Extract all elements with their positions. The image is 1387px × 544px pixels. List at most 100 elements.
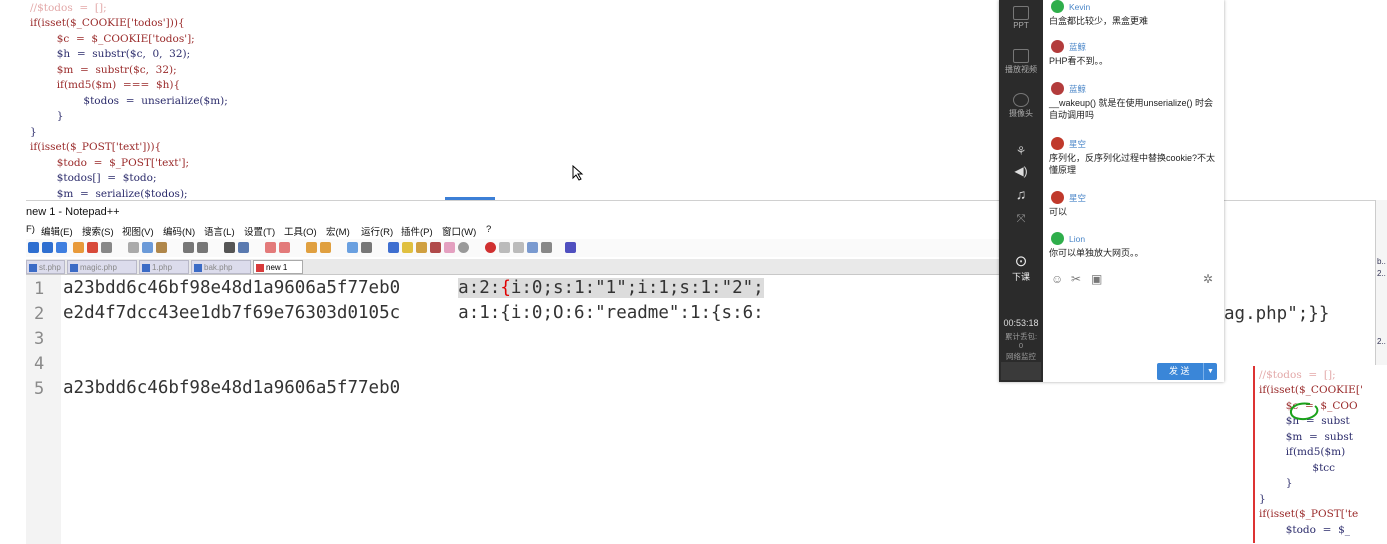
zoom-in-icon[interactable] xyxy=(265,242,276,253)
rail-label: 播放视频 xyxy=(1005,65,1037,74)
open-file-icon[interactable] xyxy=(42,242,53,253)
menu-encoding[interactable]: 编码(N) xyxy=(163,224,195,238)
folder-workspace-icon[interactable] xyxy=(430,242,441,253)
live-class-chat-panel: PPT 播放视频 摄像头 ⚘ ◀) ♫ ⤧ ⊙ 下课 00:53:18 累计丢包:… xyxy=(999,0,1224,382)
save-icon[interactable] xyxy=(56,242,67,253)
avatar xyxy=(1051,0,1064,13)
file-icon xyxy=(194,264,202,272)
chat-text: 可以 xyxy=(1049,207,1068,217)
save-all-icon[interactable] xyxy=(73,242,84,253)
sync-horizontal-icon[interactable] xyxy=(320,242,331,253)
menu-macro[interactable]: 宏(M) xyxy=(326,224,350,238)
tab-magic-php[interactable]: magic.php xyxy=(67,260,137,274)
redo-icon[interactable] xyxy=(197,242,208,253)
menu-view[interactable]: 视图(V) xyxy=(122,224,154,238)
print-icon[interactable] xyxy=(101,242,112,253)
rail-ppt[interactable]: PPT xyxy=(999,6,1043,30)
chat-username: 蓝鲸 xyxy=(1069,84,1087,94)
tab-new-1[interactable]: new 1 xyxy=(253,260,303,274)
camera-icon xyxy=(1013,93,1029,107)
menu-file[interactable]: F) xyxy=(26,224,35,235)
close-file-icon[interactable] xyxy=(87,242,98,253)
show-all-chars-icon[interactable] xyxy=(361,242,372,253)
menu-tools[interactable]: 工具(O) xyxy=(284,224,317,238)
editor-line-1: a23bdd6c46bf98e48d1a9606a5f77eb0 a:2:{i:0… xyxy=(63,278,764,298)
send-options-icon[interactable]: ▼ xyxy=(1203,363,1217,380)
leave-class-button[interactable]: ⊙ 下课 xyxy=(999,254,1043,283)
function-list-icon[interactable] xyxy=(416,242,427,253)
rail-label: PPT xyxy=(1013,21,1029,30)
new-file-icon[interactable] xyxy=(28,242,39,253)
leave-icon: ⊙ xyxy=(1014,253,1028,270)
code-line: } xyxy=(30,126,37,138)
rail-video[interactable]: 播放视频 xyxy=(999,49,1043,75)
mouse-cursor-icon xyxy=(572,165,584,181)
network-graph xyxy=(1001,362,1041,380)
menu-edit[interactable]: 编辑(E) xyxy=(41,224,73,238)
monitor-icon[interactable] xyxy=(444,242,455,253)
macro-stop-icon[interactable] xyxy=(499,242,510,253)
menu-settings[interactable]: 设置(T) xyxy=(244,224,275,238)
tab-st-php[interactable]: st.php xyxy=(26,260,65,274)
indent-guide-icon[interactable] xyxy=(388,242,399,253)
chat-input[interactable] xyxy=(1049,292,1219,358)
code-line: if(isset($_POST['text'])){ xyxy=(30,141,162,153)
speaker-icon[interactable]: ◀) xyxy=(999,164,1043,178)
menu-language[interactable]: 语言(L) xyxy=(204,224,235,238)
rail-camera[interactable]: 摄像头 xyxy=(999,93,1043,119)
file-icon xyxy=(142,264,150,272)
tab-label: bak.php xyxy=(204,263,233,272)
fullscreen-icon[interactable]: ⤧ xyxy=(999,213,1043,226)
chat-message: Lion 你可以单独放大网页。。 xyxy=(1049,232,1219,259)
menu-help[interactable]: ? xyxy=(486,224,491,235)
zoom-out-icon[interactable] xyxy=(279,242,290,253)
word-wrap-icon[interactable] xyxy=(347,242,358,253)
doc-map-icon[interactable] xyxy=(402,242,413,253)
record-icon[interactable] xyxy=(458,242,469,253)
code-line: if(isset($_POST['te xyxy=(1259,508,1359,520)
scissors-icon[interactable]: ✂ xyxy=(1071,272,1081,286)
chat-username: 蓝鲸 xyxy=(1069,42,1087,52)
md5-hash: e2d4f7dcc43ee1db7f69e76303d0105c xyxy=(63,303,401,323)
code-line: $m = serialize($todos); xyxy=(30,188,188,200)
emoji-icon[interactable]: ☺ xyxy=(1051,272,1063,286)
sync-vertical-icon[interactable] xyxy=(306,242,317,253)
macro-run-multiple-icon[interactable] xyxy=(527,242,538,253)
image-icon[interactable]: ▣ xyxy=(1091,272,1102,286)
menu-search[interactable]: 搜索(S) xyxy=(82,224,114,238)
macro-save-icon[interactable] xyxy=(541,242,552,253)
replace-icon[interactable] xyxy=(238,242,249,253)
code-line: if(md5($m) xyxy=(1259,446,1346,458)
mic-icon[interactable]: ⚘ xyxy=(999,144,1043,158)
editor-line-2: e2d4f7dcc43ee1db7f69e76303d0105c a:1:{i:0… xyxy=(63,303,764,323)
code-line: $todo = $_ xyxy=(1259,524,1351,536)
paste-icon[interactable] xyxy=(156,242,167,253)
send-button[interactable]: 发 送 ▼ xyxy=(1157,363,1217,380)
cut-icon[interactable] xyxy=(128,242,139,253)
file-icon xyxy=(29,264,37,272)
code-line: if(isset($_COOKIE['todos'])){ xyxy=(30,17,185,29)
spell-check-icon[interactable] xyxy=(565,242,576,253)
avatar xyxy=(1051,40,1064,53)
chat-username: 星空 xyxy=(1069,139,1087,149)
avatar xyxy=(1051,82,1064,95)
copy-icon[interactable] xyxy=(142,242,153,253)
tab-bak-php[interactable]: bak.php xyxy=(191,260,251,274)
menu-run[interactable]: 运行(R) xyxy=(361,224,393,238)
code-line: $todos = unserialize($m); xyxy=(30,95,228,107)
settings-icon[interactable]: ✲ xyxy=(1203,272,1213,286)
chat-message: 星空 序列化，反序列化过程中替换cookie?不太懂原理 xyxy=(1049,137,1219,176)
line-number: 2 xyxy=(34,304,45,324)
music-icon[interactable]: ♫ xyxy=(999,186,1043,202)
menu-plugins[interactable]: 插件(P) xyxy=(401,224,433,238)
macro-record-icon[interactable] xyxy=(485,242,496,253)
undo-icon[interactable] xyxy=(183,242,194,253)
brace-match: { xyxy=(500,278,511,298)
menu-window[interactable]: 窗口(W) xyxy=(442,224,476,238)
find-icon[interactable] xyxy=(224,242,235,253)
code-line: } xyxy=(1259,493,1266,505)
tab-1-php[interactable]: 1.php xyxy=(139,260,189,274)
video-icon xyxy=(1013,49,1029,63)
side-label: b.. xyxy=(1377,257,1386,266)
macro-play-icon[interactable] xyxy=(513,242,524,253)
